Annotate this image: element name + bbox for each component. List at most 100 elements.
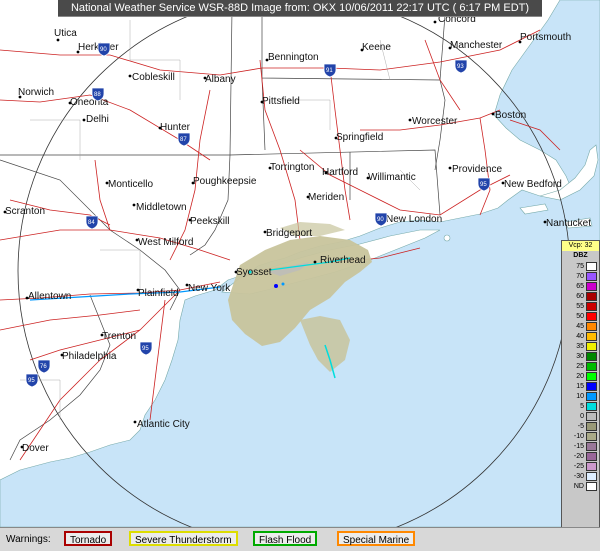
- radar-map: Utica Herkimer Concord Portsmouth Bennin…: [0, 0, 600, 548]
- legend-row: 15: [562, 381, 599, 391]
- tornado-warning-button[interactable]: Tornado: [64, 531, 113, 546]
- severe-thunderstorm-warning-button[interactable]: Severe Thunderstorm: [129, 531, 238, 546]
- city-label: Trenton: [102, 331, 136, 342]
- legend-row: 30: [562, 351, 599, 361]
- city-label: Philadelphia: [62, 351, 117, 362]
- legend-swatch: [586, 291, 597, 301]
- interstate-shield-icon: 93: [454, 59, 468, 74]
- legend-swatch: [586, 331, 597, 341]
- legend-row: 10: [562, 391, 599, 401]
- city-label: Bridgeport: [266, 228, 312, 239]
- flash-flood-warning-button[interactable]: Flash Flood: [253, 531, 318, 546]
- legend-value: 30: [576, 352, 584, 360]
- legend-row: 50: [562, 311, 599, 321]
- shield-number: 88: [94, 92, 101, 98]
- shield-number: 84: [88, 220, 95, 226]
- city-label: Peekskill: [190, 216, 229, 227]
- city-label: Plainfield: [138, 288, 179, 299]
- shield-number: 95: [28, 378, 35, 384]
- shield-number: 93: [457, 64, 464, 70]
- legend-row: 5: [562, 401, 599, 411]
- shield-number: 95: [480, 182, 487, 188]
- legend-row: -25: [562, 461, 599, 471]
- legend-value: 10: [576, 392, 584, 400]
- legend-row: 0: [562, 411, 599, 421]
- radar-header: National Weather Service WSR-88D Image f…: [58, 0, 542, 17]
- legend-swatch: [586, 471, 597, 481]
- dbz-legend: Vcp: 32 DBZ 75 70 65 60 55 50 45 40 35 30 25 20 15 10…: [561, 240, 600, 542]
- vcp-label: Vcp: 32: [562, 241, 599, 251]
- legend-swatch: [586, 311, 597, 321]
- interstate-shield-icon: 76: [37, 359, 51, 374]
- shield-number: 90: [377, 217, 384, 223]
- shield-number: 91: [326, 68, 333, 74]
- legend-row: 25: [562, 361, 599, 371]
- city-label: Nantucket: [546, 218, 591, 229]
- legend-value: 35: [576, 342, 584, 350]
- legend-row: 55: [562, 301, 599, 311]
- city-label: Allentown: [28, 291, 71, 302]
- city-label: Meriden: [308, 192, 344, 203]
- legend-swatch: [586, 371, 597, 381]
- city-label: Syosset: [236, 267, 272, 278]
- legend-swatch: [586, 401, 597, 411]
- city-label: Springfield: [336, 132, 383, 143]
- interstate-shield-icon: 91: [323, 63, 337, 78]
- interstate-shield-icon: 95: [477, 177, 491, 192]
- city-label: Atlantic City: [137, 419, 190, 430]
- city-label: Hartford: [322, 167, 358, 178]
- legend-swatch: [586, 341, 597, 351]
- block-island: [443, 234, 451, 242]
- legend-swatch: [586, 261, 597, 271]
- legend-row: ND: [562, 481, 599, 491]
- legend-swatch: [586, 321, 597, 331]
- legend-row: 35: [562, 341, 599, 351]
- legend-row: 40: [562, 331, 599, 341]
- legend-row: -15: [562, 441, 599, 451]
- shield-number: 95: [142, 346, 149, 352]
- city-label: Monticello: [108, 179, 153, 190]
- legend-row: 65: [562, 281, 599, 291]
- legend-value: 55: [576, 302, 584, 310]
- interstate-shield-icon: 95: [139, 341, 153, 356]
- legend-row: -20: [562, 451, 599, 461]
- legend-value: 15: [576, 382, 584, 390]
- legend-value: -5: [577, 422, 584, 430]
- legend-swatch: [586, 461, 597, 471]
- legend-value: 0: [580, 412, 584, 420]
- legend-row: 60: [562, 291, 599, 301]
- interstate-shield-icon: 88: [91, 87, 105, 102]
- city-label: Bennington: [268, 52, 319, 63]
- interstate-shield-icon: 95: [25, 373, 39, 388]
- legend-swatch: [586, 301, 597, 311]
- legend-swatch: [586, 361, 597, 371]
- special-marine-warning-button[interactable]: Special Marine: [337, 531, 416, 546]
- shield-number: 90: [100, 47, 107, 53]
- city-label: Boston: [495, 110, 526, 121]
- legend-row: 75: [562, 261, 599, 271]
- warnings-label: Warnings:: [6, 534, 51, 545]
- legend-row: -30: [562, 471, 599, 481]
- legend-value: -10: [573, 432, 584, 440]
- city-label: Albany: [205, 74, 236, 85]
- city-label: Worcester: [412, 116, 458, 127]
- legend-value: -30: [573, 472, 584, 480]
- legend-row: 45: [562, 321, 599, 331]
- city-label: Oneonta: [70, 97, 109, 108]
- shield-number: 87: [180, 137, 187, 143]
- city-label: Dover: [22, 443, 49, 454]
- legend-value: 40: [576, 332, 584, 340]
- interstate-shield-icon: 90: [374, 212, 388, 227]
- legend-swatch: [586, 481, 597, 491]
- legend-value: 5: [580, 402, 584, 410]
- city-label: Keene: [362, 42, 391, 53]
- city-label: Manchester: [450, 40, 503, 51]
- city-label: Portsmouth: [520, 32, 571, 43]
- city-label: Pittsfield: [262, 96, 300, 107]
- legend-swatch: [586, 281, 597, 291]
- legend-row: -10: [562, 431, 599, 441]
- city-label: New Bedford: [504, 179, 562, 190]
- shield-number: 76: [40, 364, 47, 370]
- legend-value: -25: [573, 462, 584, 470]
- city-label: West Milford: [138, 237, 193, 248]
